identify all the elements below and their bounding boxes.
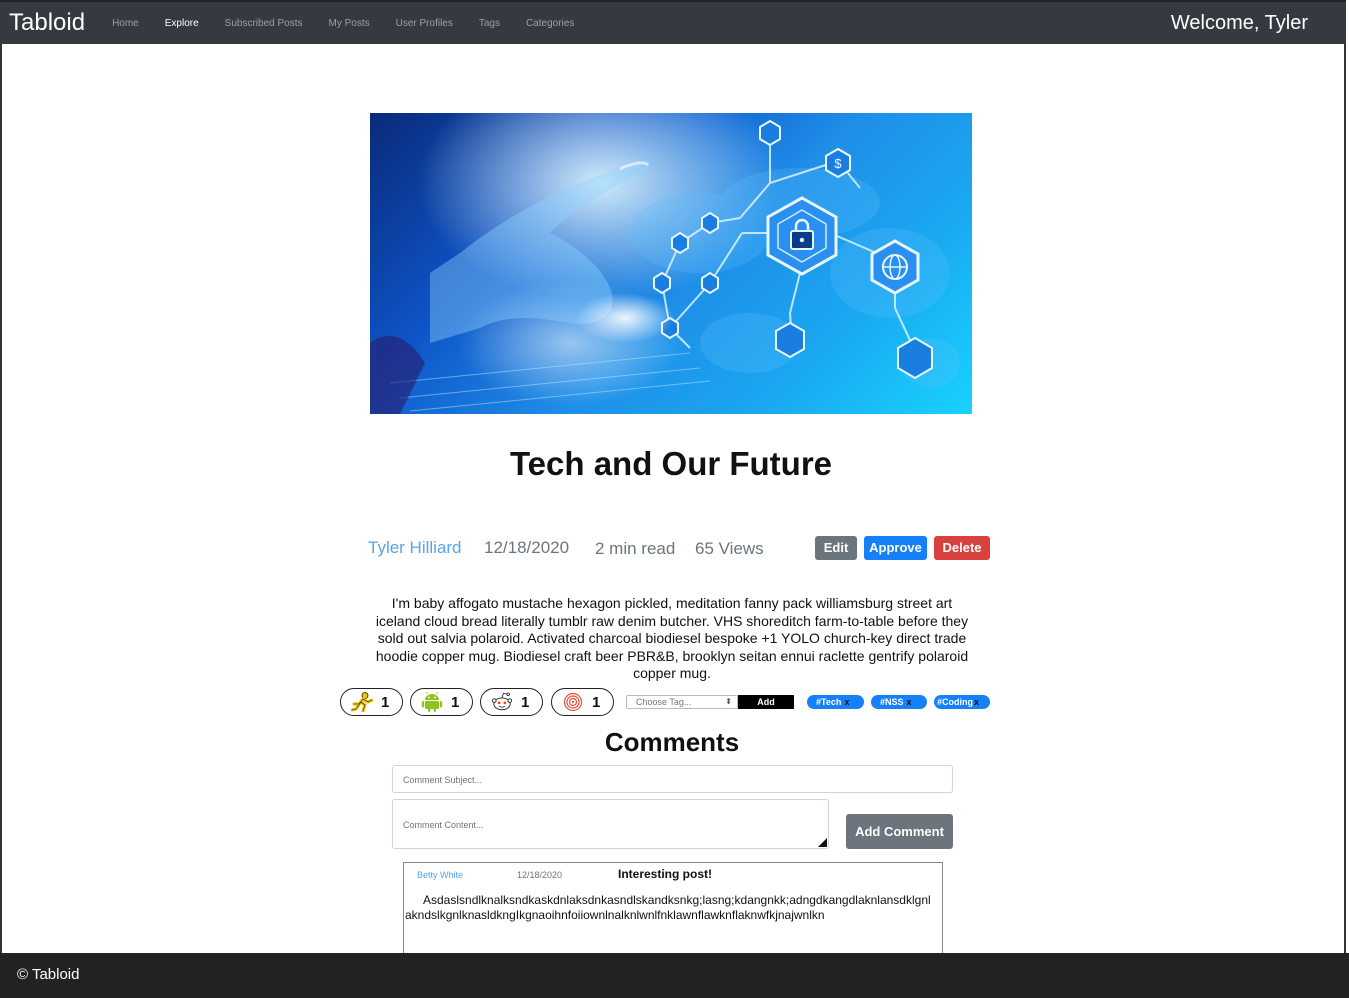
nav-link-subscribed-posts[interactable]: Subscribed Posts bbox=[225, 18, 303, 29]
footer: © Tabloid bbox=[0, 953, 1349, 998]
post-date: 12/18/2020 bbox=[484, 538, 570, 557]
delete-button[interactable]: Delete bbox=[934, 536, 990, 560]
tag-select[interactable]: Choose Tag... ⬍ bbox=[626, 695, 738, 709]
nav-link-explore[interactable]: Explore bbox=[165, 18, 199, 29]
reaction-android[interactable]: 1 bbox=[410, 688, 473, 716]
comments-heading: Comments bbox=[604, 727, 740, 757]
post-read-time: 2 min read bbox=[595, 539, 676, 558]
reaction-count: 1 bbox=[381, 694, 390, 711]
add-tag-button[interactable]: Add bbox=[738, 695, 794, 709]
tag-badge-coding: #Codingx bbox=[934, 695, 990, 709]
tag-badge-tech: #Tech x bbox=[807, 695, 864, 709]
post-view-count: 65 Views bbox=[695, 539, 764, 558]
tag-badge-nss: #NSS x bbox=[871, 695, 927, 709]
nav-link-categories[interactable]: Categories bbox=[526, 18, 574, 29]
navbar: Tabloid Home Explore Subscribed Posts My… bbox=[0, 0, 1346, 44]
tag-label: #Tech bbox=[816, 697, 842, 707]
reaction-reddit[interactable]: 1 bbox=[480, 688, 543, 716]
comment-date: 12/18/2020 bbox=[517, 870, 563, 880]
reddit-alien-icon bbox=[492, 692, 512, 711]
post-author-link[interactable]: Tyler Hilliard bbox=[368, 538, 462, 558]
reaction-count: 1 bbox=[592, 694, 601, 711]
comment-card: Betty White 12/18/2020 Interesting post!… bbox=[403, 862, 943, 954]
resize-handle-icon[interactable] bbox=[818, 838, 827, 847]
remove-tag-button[interactable]: x bbox=[974, 697, 979, 707]
comment-subject: Interesting post! bbox=[618, 867, 713, 881]
svg-text:$: $ bbox=[834, 156, 842, 171]
nav-link-user-profiles[interactable]: User Profiles bbox=[396, 18, 453, 29]
add-comment-button[interactable]: Add Comment bbox=[846, 814, 953, 849]
remove-tag-button[interactable]: x bbox=[907, 697, 912, 707]
tag-label: #Coding bbox=[937, 697, 973, 707]
tag-label: #NSS bbox=[880, 697, 904, 707]
footer-copyright: © Tabloid bbox=[17, 966, 80, 983]
welcome-message: Welcome, Tyler bbox=[1170, 12, 1308, 34]
target-swirl-icon bbox=[563, 692, 583, 712]
select-caret-icon: ⬍ bbox=[725, 697, 732, 706]
post-title: Tech and Our Future bbox=[509, 445, 833, 482]
comment-author-link[interactable]: Betty White bbox=[417, 870, 463, 880]
nav-link-tags[interactable]: Tags bbox=[479, 18, 500, 29]
edit-button[interactable]: Edit bbox=[815, 536, 857, 560]
tech-network-illustration: $ bbox=[370, 119, 960, 414]
comment-content-textarea[interactable]: Comment Content... bbox=[392, 799, 829, 849]
brand-logo[interactable]: Tabloid bbox=[9, 9, 85, 37]
approve-button[interactable]: Approve bbox=[864, 536, 927, 560]
reaction-target[interactable]: 1 bbox=[551, 688, 614, 716]
reaction-count: 1 bbox=[521, 694, 530, 711]
android-icon bbox=[421, 692, 443, 712]
reaction-count: 1 bbox=[451, 694, 460, 711]
post-body: I'm baby affogato mustache hexagon pickl… bbox=[375, 595, 969, 681]
aim-running-man-icon bbox=[351, 692, 373, 712]
remove-tag-button[interactable]: x bbox=[844, 697, 849, 707]
nav-link-home[interactable]: Home bbox=[112, 18, 139, 29]
nav-link-my-posts[interactable]: My Posts bbox=[328, 18, 369, 29]
tag-select-value: Choose Tag... bbox=[636, 697, 692, 707]
post-header-image: $ bbox=[370, 113, 972, 414]
reaction-aim[interactable]: 1 bbox=[340, 688, 403, 716]
comment-content-placeholder: Comment Content... bbox=[403, 820, 484, 830]
comment-content: Asdaslsndlknalksndkaskdnlaksdnkasndlskan… bbox=[405, 893, 931, 922]
comment-subject-input[interactable]: Comment Subject... bbox=[392, 765, 953, 793]
